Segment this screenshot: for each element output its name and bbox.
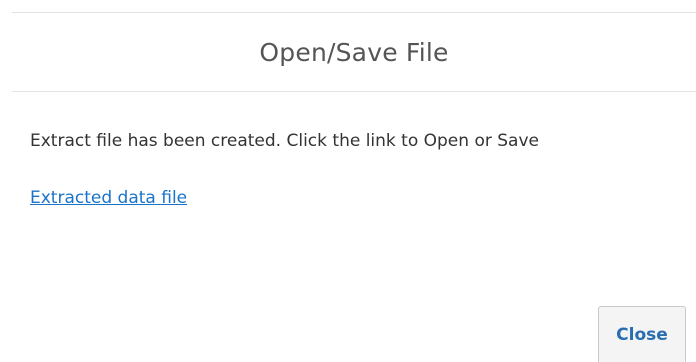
- dialog-message: Extract file has been created. Click the…: [30, 131, 539, 151]
- open-save-dialog: Open/Save File Extract file has been cre…: [0, 0, 696, 362]
- extracted-data-file-link[interactable]: Extracted data file: [30, 188, 187, 208]
- dialog-header: Open/Save File: [12, 13, 696, 92]
- dialog-body: Extract file has been created. Click the…: [30, 126, 650, 208]
- dialog-title: Open/Save File: [259, 37, 449, 67]
- close-button[interactable]: Close: [598, 306, 686, 362]
